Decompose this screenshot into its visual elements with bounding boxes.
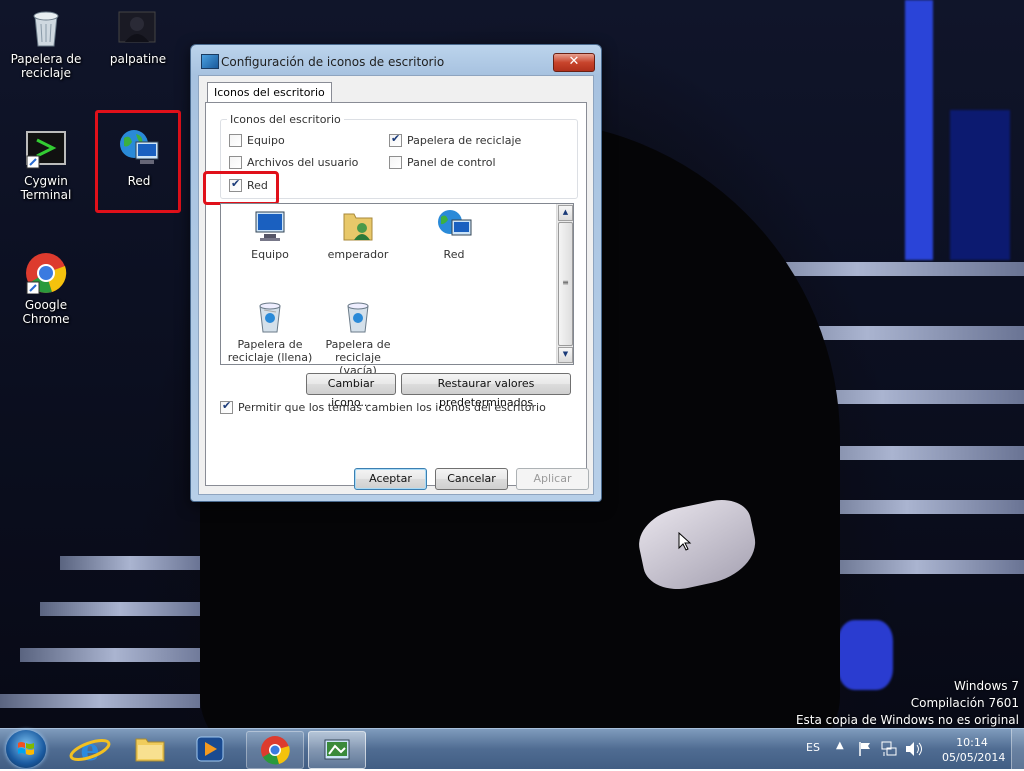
watermark-line: Compilación 7601 (910, 696, 1019, 710)
checkbox-label: Equipo (247, 134, 285, 147)
checkbox-equipo[interactable]: Equipo (229, 134, 285, 147)
terminal-icon (25, 128, 67, 170)
language-indicator[interactable]: ES (806, 741, 820, 754)
desktop-icon-label: Red (127, 174, 151, 188)
recycle-bin-full-icon (252, 298, 288, 334)
windows-logo-icon (18, 742, 34, 755)
action-center-flag-icon[interactable] (858, 741, 872, 757)
taskbar-desktop-icons-dialog[interactable] (308, 731, 366, 769)
dialog-titlebar[interactable]: Configuración de iconos de escritorio ✕ (191, 45, 601, 77)
watermark-line: Esta copia de Windows no es original (795, 713, 1019, 727)
list-item-red[interactable]: Red (411, 208, 497, 261)
checkbox-papelera[interactable]: Papelera de reciclaje (389, 132, 522, 147)
list-item-equipo[interactable]: Equipo (227, 208, 313, 261)
desktop-icon-label: Google Chrome (22, 298, 70, 326)
taskbar-explorer[interactable] (122, 731, 178, 767)
list-item-emperador[interactable]: emperador (315, 208, 401, 261)
dialog-app-icon (201, 54, 219, 69)
list-item-label: emperador (327, 248, 389, 261)
checkbox-label: Panel de control (407, 156, 496, 169)
desktop-icon-label: Papelera de reciclaje (10, 52, 82, 80)
tab-desktop-icons[interactable]: Iconos del escritorio (207, 82, 332, 103)
restore-defaults-button[interactable]: Restaurar valores predeterminados (401, 373, 571, 409)
apply-button[interactable]: Aplicar (516, 468, 589, 490)
list-item-papelera-llena[interactable]: Papelera de reciclaje (llena) (227, 298, 313, 364)
taskbar-media-player[interactable] (182, 731, 238, 767)
cancel-button[interactable]: Cancelar (435, 468, 508, 490)
chrome-icon (261, 736, 290, 765)
list-scrollbar[interactable]: ▲ ≡ ▼ (556, 204, 573, 364)
explorer-icon (135, 738, 165, 762)
list-item-papelera-vacia[interactable]: Papelera de reciclaje (vacía) (315, 298, 401, 377)
desktop-icon-settings-dialog: Configuración de iconos de escritorio ✕ … (190, 44, 602, 502)
icon-list-view[interactable]: Equipo emperador Red Papelera de recicla… (220, 203, 574, 377)
desktop-icon-cygwin[interactable]: Cygwin Terminal (4, 128, 88, 202)
highlight-box (203, 171, 279, 205)
desktop-icon-palpatine[interactable]: palpatine (96, 6, 180, 66)
desktop-icon-red[interactable]: Red (97, 128, 181, 188)
user-folder-icon (117, 6, 159, 48)
user-folder-icon (340, 208, 376, 244)
desktop-icon-chrome[interactable]: Google Chrome (4, 252, 88, 326)
dialog-client-area: Iconos del escritorio Iconos del escrito… (198, 75, 594, 495)
clock[interactable]: 10:14 05/05/2014 (942, 735, 1006, 765)
internet-explorer-icon: e (69, 733, 111, 768)
volume-icon[interactable] (904, 740, 924, 758)
desktop-icons-dialog-icon (324, 739, 350, 760)
desktop-icon-label: Cygwin Terminal (20, 174, 72, 202)
dialog-title: Configuración de iconos de escritorio (221, 55, 445, 69)
network-icon (118, 128, 160, 170)
change-icon-button[interactable]: Cambiar icono... (306, 373, 396, 409)
tab-panel: Iconos del escritorio Equipo Papelera de… (203, 102, 587, 486)
scroll-up-icon[interactable]: ▲ (558, 205, 573, 221)
network-tray-icon[interactable] (880, 740, 898, 758)
computer-icon (252, 208, 288, 244)
chrome-icon (25, 252, 67, 295)
checkbox-box[interactable] (229, 156, 242, 169)
list-item-label: Equipo (251, 248, 289, 261)
list-item-label: Red (443, 248, 465, 261)
checkbox-box[interactable] (229, 134, 242, 147)
watermark-line: Windows 7 (953, 679, 1019, 693)
mouse-cursor-icon (678, 532, 692, 551)
svg-text:e: e (80, 733, 99, 767)
checkbox-label: Permitir que los temas cambien los icono… (238, 401, 546, 414)
clock-date: 05/05/2014 (942, 751, 1006, 764)
ok-button[interactable]: Aceptar (354, 468, 427, 490)
network-icon (436, 208, 472, 244)
scroll-down-icon[interactable]: ▼ (558, 347, 573, 363)
group-label: Iconos del escritorio (227, 113, 344, 126)
checkbox-label: Papelera de reciclaje (407, 134, 522, 147)
checkbox-allow-themes[interactable]: Permitir que los temas cambien los icono… (220, 399, 546, 414)
desktop-icon-label: palpatine (109, 52, 167, 66)
windows-watermark: Windows 7 Compilación 7601 Esta copia de… (796, 678, 1019, 728)
taskbar-internet-explorer[interactable]: e (62, 731, 118, 768)
start-button[interactable] (6, 730, 46, 768)
taskbar: e ES ▲ 10:14 05/05/2014 (0, 728, 1024, 769)
checkbox-box[interactable] (389, 156, 402, 169)
checkbox-panel-control[interactable]: Panel de control (389, 156, 496, 169)
clock-time: 10:14 (956, 736, 988, 749)
show-desktop-button[interactable] (1011, 729, 1024, 769)
checkbox-archivos-usuario[interactable]: Archivos del usuario (229, 156, 358, 169)
recycle-bin-icon (25, 6, 67, 48)
taskbar-chrome[interactable] (246, 731, 304, 769)
list-item-label: Papelera de reciclaje (vacía) (325, 338, 391, 377)
scroll-thumb[interactable]: ≡ (558, 222, 573, 346)
show-hidden-icons-icon[interactable]: ▲ (836, 740, 844, 751)
checkbox-label: Archivos del usuario (247, 156, 359, 169)
close-button[interactable]: ✕ (553, 53, 595, 72)
checkbox-box[interactable] (389, 132, 402, 147)
media-player-icon (196, 736, 224, 762)
recycle-bin-empty-icon (340, 298, 376, 334)
checkbox-box[interactable] (220, 399, 233, 414)
desktop-icon-recycle-bin[interactable]: Papelera de reciclaje (4, 6, 88, 80)
list-item-label: Papelera de reciclaje (llena) (227, 338, 313, 364)
